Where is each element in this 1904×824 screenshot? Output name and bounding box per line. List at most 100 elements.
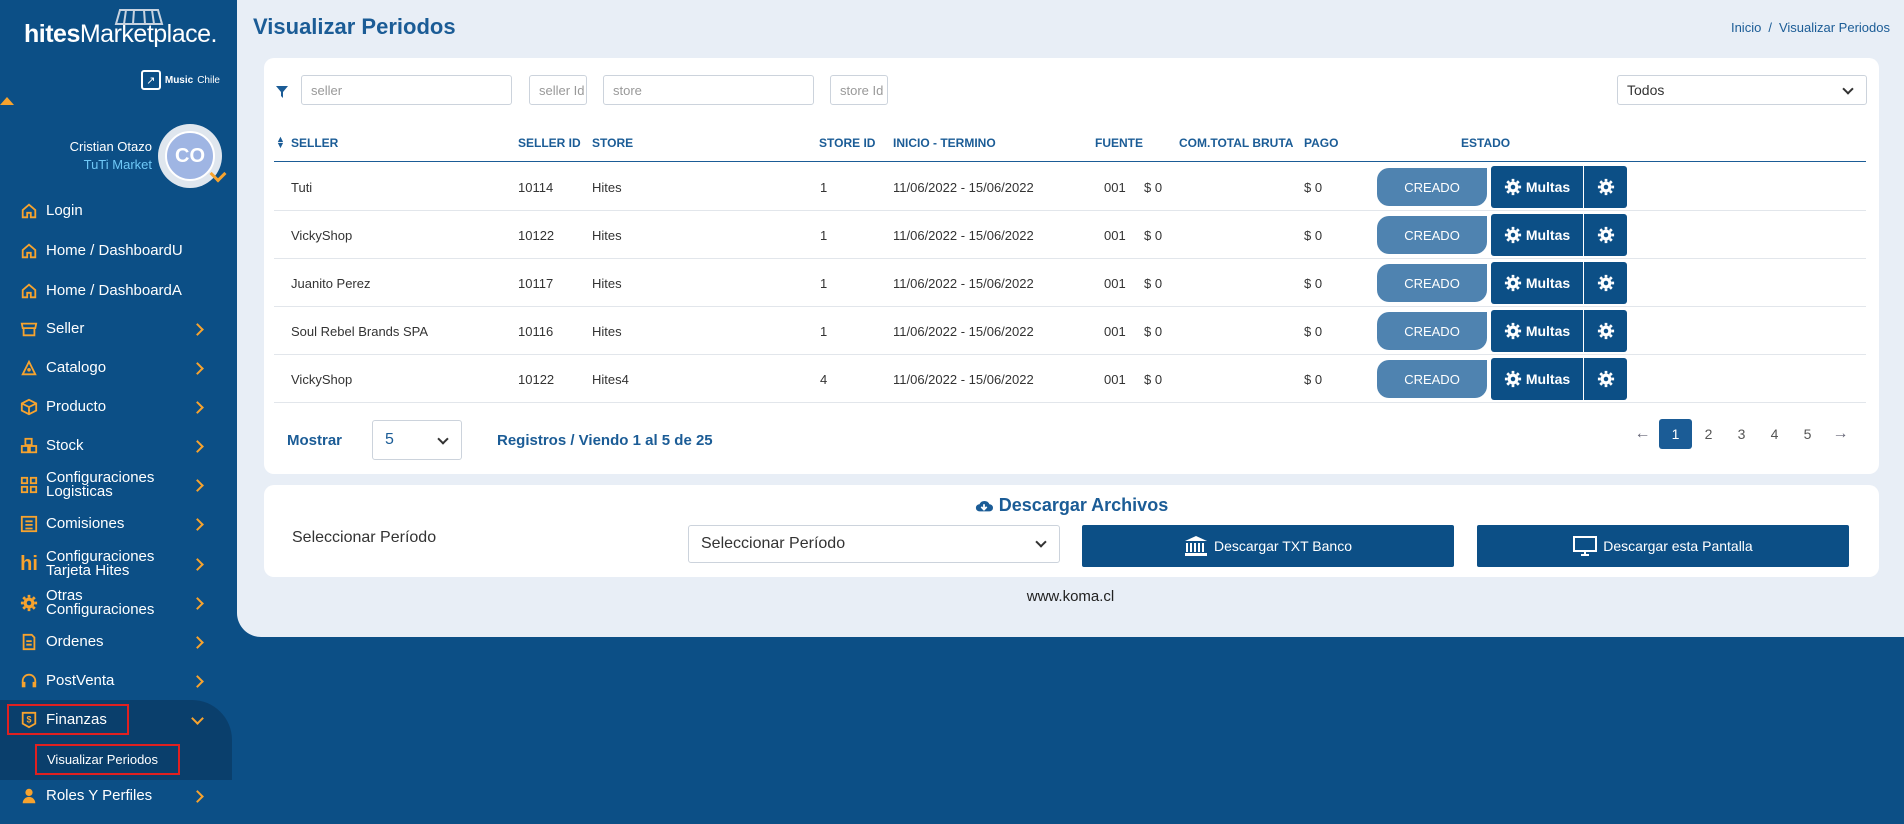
cell-fuente: 001: [1104, 276, 1126, 291]
table-row: Soul Rebel Brands SPA 10116 Hites 1 11/0…: [274, 307, 1866, 355]
multas-button[interactable]: Multas: [1491, 358, 1583, 400]
pagination: ← 1 2 3 4 5 →: [1626, 419, 1857, 449]
mostrar-label: Mostrar: [287, 432, 343, 449]
sidebar-item-comisiones[interactable]: Comisiones: [0, 507, 232, 541]
sidebar-item-config-tarjeta[interactable]: hi Configuraciones Tarjeta Hites: [0, 547, 232, 581]
settings-button[interactable]: [1584, 166, 1627, 208]
col-estado[interactable]: ESTADO: [1461, 136, 1510, 150]
chevron-right-icon: [191, 478, 204, 492]
settings-button[interactable]: [1584, 262, 1627, 304]
avatar[interactable]: CO: [158, 124, 227, 188]
page-5-button[interactable]: 5: [1791, 419, 1824, 449]
box-icon: [18, 396, 40, 418]
cell-store-id: 1: [820, 180, 828, 195]
gear-icon: [1504, 370, 1521, 388]
cell-seller: Tuti: [291, 180, 313, 195]
download-txt-banco-button[interactable]: Descargar TXT Banco: [1082, 525, 1454, 567]
download-screen-button[interactable]: Descargar esta Pantalla: [1477, 525, 1849, 567]
col-com-total[interactable]: COM.TOTAL BRUTA: [1179, 136, 1293, 150]
cell-periodo: 11/06/2022 - 15/06/2022: [893, 180, 1034, 195]
sidebar: hitesMarketplace. ↗ Music Chile Cristian …: [0, 0, 232, 824]
home-icon: [18, 240, 40, 262]
estado-creado-button[interactable]: CREADO: [1377, 264, 1487, 302]
chevron-down-icon: [1842, 83, 1854, 95]
sidebar-item-dashboarda[interactable]: Home / DashboardA: [0, 274, 232, 308]
sidebar-item-label: Catalogo: [46, 359, 107, 376]
seller-filter-input[interactable]: seller: [301, 75, 512, 105]
sidebar-item-label: Login: [46, 202, 83, 219]
multas-button[interactable]: Multas: [1491, 166, 1583, 208]
col-fuente[interactable]: FUENTE: [1095, 136, 1143, 150]
breadcrumb-home-link[interactable]: Inicio: [1731, 20, 1761, 35]
settings-button[interactable]: [1584, 358, 1627, 400]
sort-icon[interactable]: ▲ ▼: [276, 135, 285, 150]
table-row: Juanito Perez 10117 Hites 1 11/06/2022 -…: [274, 259, 1866, 307]
sidebar-item-postventa[interactable]: PostVenta: [0, 664, 232, 698]
sidebar-item-dashboardu[interactable]: Home / DashboardU: [0, 234, 232, 268]
sidebar-item-config-logisticas[interactable]: Configuraciones Logisticas: [0, 468, 232, 502]
estado-creado-button[interactable]: CREADO: [1377, 312, 1487, 350]
gear-icon: [1597, 178, 1614, 196]
main-content: Visualizar Periodos Inicio / Visualizar Pe…: [237, 0, 1904, 637]
multas-button[interactable]: Multas: [1491, 310, 1583, 352]
filter-icon[interactable]: [276, 86, 288, 98]
settings-button[interactable]: [1584, 310, 1627, 352]
estado-creado-button[interactable]: CREADO: [1377, 360, 1487, 398]
home-icon: [18, 280, 40, 302]
sidebar-item-catalogo[interactable]: Catalogo: [0, 351, 232, 385]
col-store[interactable]: STORE: [592, 136, 633, 150]
multas-label: Multas: [1525, 227, 1571, 243]
sidebar-item-ordenes[interactable]: Ordenes: [0, 625, 232, 659]
collapse-sidebar-icon[interactable]: [0, 97, 14, 105]
sidebar-item-producto[interactable]: Producto: [0, 390, 232, 424]
sidebar-item-seller[interactable]: Seller: [0, 312, 232, 346]
chevron-right-icon: [191, 361, 204, 375]
page-3-button[interactable]: 3: [1725, 419, 1758, 449]
footer-url[interactable]: www.koma.cl: [237, 588, 1904, 605]
sidebar-item-stock[interactable]: Stock: [0, 429, 232, 463]
settings-button[interactable]: [1584, 214, 1627, 256]
estado-creado-button[interactable]: CREADO: [1377, 168, 1487, 206]
finanzas-highlight: [7, 704, 129, 735]
cell-fuente: 001: [1104, 228, 1126, 243]
multas-label: Multas: [1525, 323, 1571, 339]
cell-seller: VickyShop: [291, 228, 353, 243]
col-periodo[interactable]: INICIO - TERMINO: [893, 136, 996, 150]
paint-icon: [18, 357, 40, 379]
seller-id-filter-input[interactable]: seller Id: [529, 75, 587, 105]
chart-icon: ↗: [140, 70, 161, 90]
store-filter-input[interactable]: store: [603, 75, 814, 105]
home-icon: [18, 200, 40, 222]
sidebar-item-otras-config[interactable]: Otras Configuraciones: [0, 586, 232, 620]
sidebar-item-label: Home / DashboardU: [46, 242, 183, 259]
prev-page-icon[interactable]: ←: [1626, 419, 1659, 449]
user-profile[interactable]: Cristian Otazo TuTi Market CO: [70, 124, 227, 188]
sidebar-item-login[interactable]: Login: [0, 194, 232, 228]
estado-filter-select[interactable]: Todos: [1617, 75, 1867, 105]
chevron-right-icon: [191, 635, 204, 649]
page-1-button[interactable]: 1: [1659, 419, 1692, 449]
next-page-icon[interactable]: →: [1824, 419, 1857, 449]
page-2-button[interactable]: 2: [1692, 419, 1725, 449]
sidebar-item-label: Home / DashboardA: [46, 282, 182, 299]
sidebar-subitem-visualizar-periodos[interactable]: Visualizar Periodos: [35, 744, 180, 775]
gear-icon: [1504, 322, 1521, 340]
chevron-down-icon: [191, 711, 204, 725]
col-seller[interactable]: SELLER: [291, 136, 338, 150]
multas-button[interactable]: Multas: [1491, 214, 1583, 256]
page-size-select[interactable]: 5: [372, 420, 462, 460]
multas-label: Multas: [1525, 371, 1571, 387]
sidebar-item-roles[interactable]: Roles Y Perfiles: [0, 779, 232, 813]
col-seller-id[interactable]: SELLER ID: [518, 136, 581, 150]
estado-creado-button[interactable]: CREADO: [1377, 216, 1487, 254]
col-store-id[interactable]: STORE ID: [819, 136, 875, 150]
page-4-button[interactable]: 4: [1758, 419, 1791, 449]
periodo-select[interactable]: Seleccionar Período: [688, 525, 1060, 563]
col-pago[interactable]: PAGO: [1304, 136, 1338, 150]
cell-com-total: $ 0: [1144, 324, 1163, 339]
page-size-value: 5: [385, 431, 394, 448]
multas-button[interactable]: Multas: [1491, 262, 1583, 304]
store-id-filter-input[interactable]: store Id: [830, 75, 888, 105]
table-row: VickyShop 10122 Hites4 4 11/06/2022 - 15…: [274, 355, 1866, 403]
cell-store: Hites: [592, 324, 622, 339]
